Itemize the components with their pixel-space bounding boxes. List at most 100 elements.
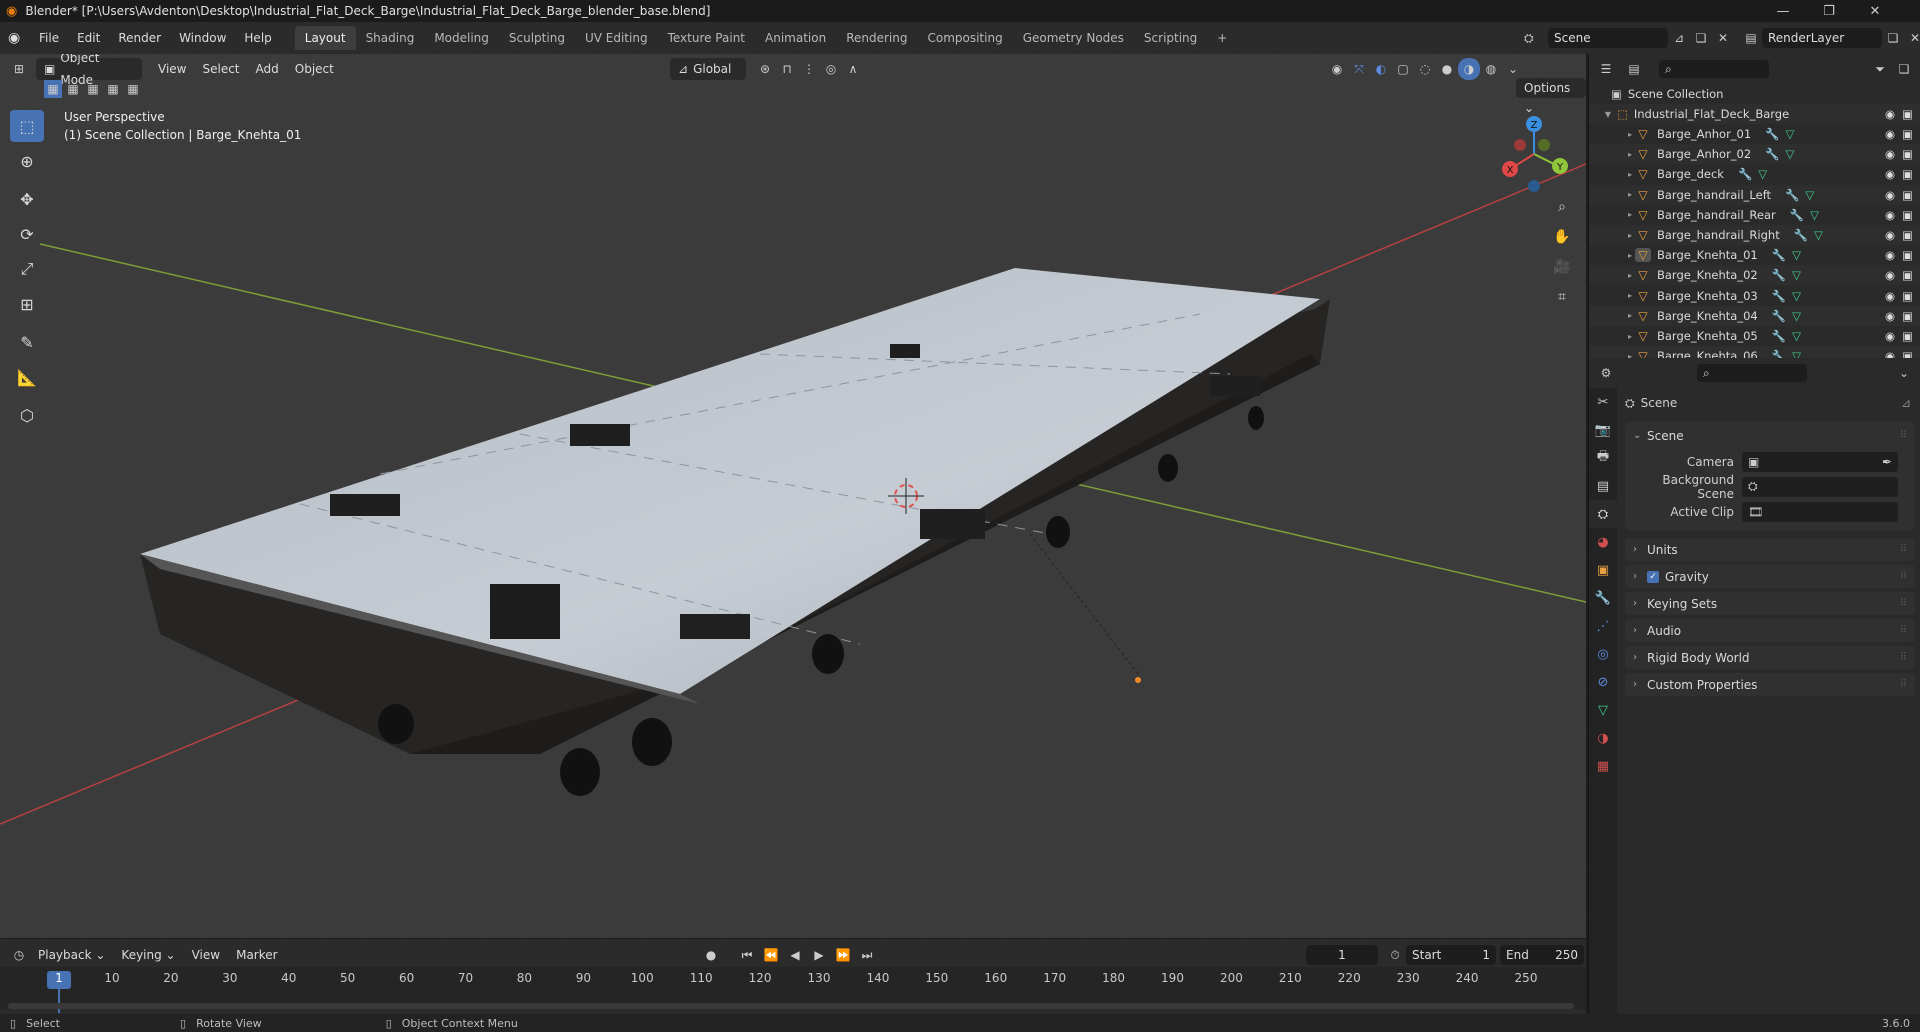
- pin-icon[interactable]: ⊿: [1668, 27, 1690, 49]
- menu-edit[interactable]: Edit: [68, 27, 109, 49]
- jump-keyframe-back-icon[interactable]: ⏪: [760, 944, 782, 966]
- mesh-data-icon[interactable]: ▽: [1792, 309, 1801, 323]
- start-frame-field[interactable]: Start 1: [1406, 945, 1496, 965]
- camera-render-icon[interactable]: ▣: [1902, 127, 1913, 141]
- mesh-data-icon[interactable]: ▽: [1792, 248, 1801, 262]
- shading-solid-icon[interactable]: ●: [1436, 58, 1458, 80]
- mesh-data-icon[interactable]: ▽: [1786, 127, 1795, 141]
- custom-properties-panel[interactable]: › Custom Properties ⠿: [1625, 673, 1915, 696]
- properties-options-icon[interactable]: ⌄: [1893, 362, 1915, 384]
- menu-render[interactable]: Render: [109, 27, 170, 49]
- eye-icon[interactable]: ◉: [1885, 228, 1895, 242]
- outliner-item[interactable]: ▸ ▽ Barge_Knehta_05 🔧 ▽ ◉ ▣: [1589, 326, 1920, 346]
- filter-icon[interactable]: ⏷: [1869, 58, 1891, 80]
- expand-arrow-icon[interactable]: ▸: [1625, 332, 1635, 341]
- expand-arrow-icon[interactable]: ▸: [1625, 170, 1635, 179]
- ortho-toggle-icon[interactable]: ⌗: [1549, 284, 1575, 310]
- expand-arrow-icon[interactable]: ▸: [1625, 291, 1635, 300]
- eye-icon[interactable]: ◉: [1885, 309, 1895, 323]
- timeline-scrollbar[interactable]: [8, 1003, 1574, 1009]
- menu-keying[interactable]: Keying ⌄: [113, 944, 183, 966]
- expand-arrow-icon[interactable]: ▼: [1603, 110, 1613, 119]
- select-extend-icon[interactable]: ▦: [64, 80, 82, 98]
- scene-tab-icon[interactable]: ⛭: [1589, 500, 1617, 528]
- modifier-icon[interactable]: 🔧: [1738, 167, 1752, 181]
- mode-selector[interactable]: ▣ Object Mode: [36, 54, 142, 87]
- gizmo-toggle-icon[interactable]: ⤧: [1348, 58, 1370, 80]
- tab-geometry-nodes[interactable]: Geometry Nodes: [1013, 26, 1134, 50]
- outliner-root-scene-collection[interactable]: ▣ Scene Collection: [1589, 84, 1920, 104]
- zoom-icon[interactable]: ⌕: [1549, 194, 1575, 220]
- proportional-edit-icon[interactable]: ◎: [820, 58, 842, 80]
- mesh-data-icon[interactable]: ▽: [1792, 268, 1801, 282]
- outliner-item[interactable]: ▸ ▽ Barge_Anhor_02 🔧 ▽ ◉ ▣: [1589, 144, 1920, 165]
- particles-tab-icon[interactable]: ⋰: [1589, 612, 1617, 640]
- eye-icon[interactable]: ◉: [1885, 329, 1895, 343]
- camera-render-icon[interactable]: ▣: [1902, 248, 1913, 262]
- camera-field[interactable]: ▣ ✒: [1742, 451, 1898, 472]
- data-tab-icon[interactable]: ▽: [1589, 696, 1617, 724]
- camera-render-icon[interactable]: ▣: [1902, 208, 1913, 222]
- overlay-toggle-icon[interactable]: ◐: [1370, 58, 1392, 80]
- tab-texture-paint[interactable]: Texture Paint: [658, 26, 755, 50]
- outliner-item[interactable]: ▸ ▽ Barge_Knehta_01 🔧 ▽ ◉ ▣: [1589, 245, 1920, 265]
- outliner-item[interactable]: ▸ ▽ Barge_deck 🔧 ▽ ◉ ▣: [1589, 164, 1920, 184]
- expand-arrow-icon[interactable]: ▸: [1625, 271, 1635, 280]
- cursor-tool-icon[interactable]: ⊕: [10, 145, 44, 177]
- physics-tab-icon[interactable]: ◎: [1589, 640, 1617, 668]
- tab-uv-editing[interactable]: UV Editing: [575, 26, 658, 50]
- audio-panel[interactable]: › Audio ⠿: [1625, 619, 1915, 642]
- eye-icon[interactable]: ◉: [1885, 107, 1895, 121]
- annotate-tool-icon[interactable]: ✎: [10, 326, 44, 358]
- select-subtract-icon[interactable]: ▦: [84, 80, 102, 98]
- jump-keyframe-forward-icon[interactable]: ⏩: [832, 944, 854, 966]
- maximize-button[interactable]: ❐: [1806, 0, 1852, 22]
- pivot-icon[interactable]: ⊛: [754, 58, 776, 80]
- navigation-gizmo[interactable]: Z Y X: [1494, 112, 1574, 192]
- camera-view-icon[interactable]: 🎥: [1549, 254, 1575, 280]
- select-invert-icon[interactable]: ▦: [104, 80, 122, 98]
- outliner-item[interactable]: ▸ ▽ Barge_handrail_Right 🔧 ▽ ◉ ▣: [1589, 225, 1920, 245]
- render-tab-icon[interactable]: 📷: [1589, 416, 1617, 444]
- menu-file[interactable]: File: [30, 27, 68, 49]
- eyedropper-icon[interactable]: ✒: [1882, 455, 1892, 469]
- mesh-data-icon[interactable]: ▽: [1786, 147, 1795, 161]
- camera-render-icon[interactable]: ▣: [1902, 107, 1913, 121]
- output-tab-icon[interactable]: 🖶: [1589, 444, 1617, 472]
- timeline-editor-type-icon[interactable]: ◷: [8, 944, 30, 966]
- transform-orientation-selector[interactable]: ⊿ Global: [670, 58, 746, 80]
- delete-scene-icon[interactable]: ✕: [1712, 27, 1734, 49]
- menu-timeline-view[interactable]: View: [184, 944, 228, 966]
- gravity-panel[interactable]: › ✓ Gravity ⠿: [1625, 565, 1915, 588]
- new-collection-icon[interactable]: ❏: [1893, 58, 1915, 80]
- units-panel[interactable]: › Units ⠿: [1625, 538, 1915, 561]
- display-mode-icon[interactable]: ▤: [1623, 58, 1645, 80]
- add-cube-tool-icon[interactable]: ⬡: [10, 399, 44, 431]
- 3d-viewport[interactable]: ⊞ ▣ Object Mode View Select Add Object ⊿…: [0, 54, 1586, 938]
- modifier-icon[interactable]: 🔧: [1765, 147, 1779, 161]
- options-button[interactable]: Options ⌄: [1516, 78, 1586, 115]
- outliner-collection-row[interactable]: ▼ ⬚ Industrial_Flat_Deck_Barge ◉ ▣: [1589, 104, 1920, 124]
- modifier-icon[interactable]: 🔧: [1785, 188, 1799, 202]
- tab-scripting[interactable]: Scripting: [1134, 26, 1207, 50]
- menu-view[interactable]: View: [150, 58, 194, 80]
- record-icon[interactable]: ●: [700, 944, 722, 966]
- camera-render-icon[interactable]: ▣: [1902, 167, 1913, 181]
- blender-menu-icon[interactable]: ◉: [8, 30, 30, 46]
- outliner-item[interactable]: ▸ ▽ Barge_Knehta_02 🔧 ▽ ◉ ▣: [1589, 265, 1920, 286]
- keying-sets-panel[interactable]: › Keying Sets ⠿: [1625, 592, 1915, 615]
- active-clip-field[interactable]: 🎞: [1742, 501, 1898, 522]
- minimize-button[interactable]: —: [1760, 0, 1806, 22]
- select-box-tool-icon[interactable]: ⬚: [10, 110, 44, 142]
- menu-window[interactable]: Window: [170, 27, 235, 49]
- expand-arrow-icon[interactable]: ▸: [1625, 231, 1635, 240]
- outliner-item[interactable]: ▸ ▽ Barge_handrail_Rear 🔧 ▽ ◉ ▣: [1589, 205, 1920, 225]
- eye-icon[interactable]: ◉: [1885, 268, 1895, 282]
- tab-animation[interactable]: Animation: [755, 26, 836, 50]
- modifier-icon[interactable]: 🔧: [1765, 127, 1779, 141]
- play-reverse-icon[interactable]: ◀: [784, 944, 806, 966]
- outliner-item[interactable]: ▸ ▽ Barge_Anhor_01 🔧 ▽ ◉ ▣: [1589, 124, 1920, 144]
- mesh-data-icon[interactable]: ▽: [1792, 329, 1801, 343]
- modifier-icon[interactable]: 🔧: [1794, 228, 1808, 242]
- gravity-checkbox[interactable]: ✓: [1647, 570, 1659, 583]
